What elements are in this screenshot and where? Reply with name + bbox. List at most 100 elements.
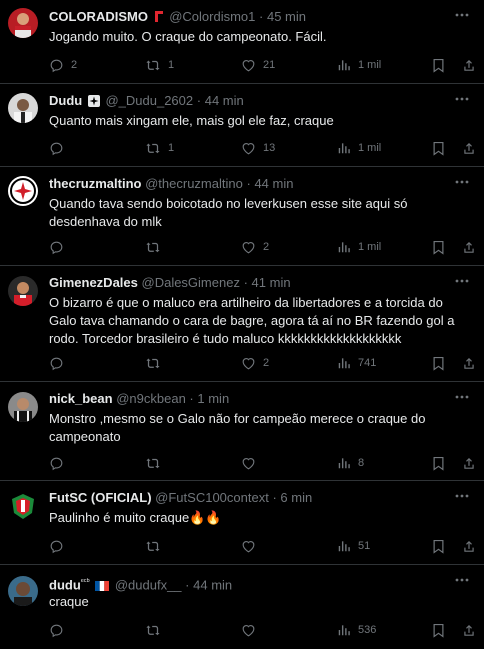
tweet-text: O bizarro é que o maluco era artilheiro …: [49, 295, 455, 346]
retweet-button[interactable]: [145, 355, 168, 371]
bookmark-button[interactable]: [432, 455, 445, 471]
tweet[interactable]: thecruzmaltino @thecruzmaltino · 44 min …: [0, 167, 484, 266]
tweet[interactable]: duduᵉᶜᵇ @dudufx__ · 44 min craque 536: [0, 565, 484, 649]
timestamp[interactable]: 6 min: [280, 490, 312, 505]
avatar[interactable]: [8, 576, 38, 606]
retweet-icon: [146, 457, 160, 468]
reply-button[interactable]: [49, 455, 71, 471]
like-button[interactable]: 13: [241, 140, 275, 156]
heart-icon: [242, 624, 255, 636]
timestamp[interactable]: 44 min: [205, 93, 244, 108]
user-handle[interactable]: @thecruzmaltino: [145, 176, 243, 191]
views-button[interactable]: 1 mil: [337, 57, 381, 73]
user-handle[interactable]: @_Dudu_2602: [105, 93, 193, 108]
views-button[interactable]: 51: [337, 538, 370, 554]
retweet-button[interactable]: [145, 455, 168, 471]
user-handle[interactable]: @n9ckbean: [116, 391, 186, 406]
bookmark-button[interactable]: [432, 239, 445, 255]
views-button[interactable]: 536: [337, 622, 376, 638]
tweet-actions: 2 741: [49, 355, 479, 371]
more-options-icon[interactable]: [455, 395, 469, 399]
more-options-icon[interactable]: [455, 494, 469, 498]
avatar[interactable]: [8, 392, 38, 422]
like-count: 2: [263, 241, 270, 253]
views-button[interactable]: 1 mil: [337, 239, 381, 255]
retweet-button[interactable]: 1: [145, 140, 174, 156]
retweet-button[interactable]: [145, 239, 168, 255]
share-button[interactable]: [462, 622, 476, 638]
reply-button[interactable]: 2: [49, 57, 77, 73]
share-button[interactable]: [462, 140, 476, 156]
separator-dot: ·: [243, 275, 248, 290]
views-count: 536: [358, 624, 377, 636]
reply-button[interactable]: [49, 239, 71, 255]
avatar[interactable]: [8, 491, 38, 521]
user-handle[interactable]: @FutSC100context: [155, 490, 269, 505]
tweet[interactable]: GimenezDales @DalesGimenez · 41 min O bi…: [0, 266, 484, 382]
avatar[interactable]: [8, 93, 38, 123]
views-button[interactable]: 741: [337, 355, 376, 371]
bookmark-button[interactable]: [432, 140, 445, 156]
bookmark-button[interactable]: [432, 355, 445, 371]
reply-button[interactable]: [49, 622, 71, 638]
timestamp[interactable]: 1 min: [197, 391, 229, 406]
bookmark-button[interactable]: [432, 57, 445, 73]
display-name[interactable]: thecruzmaltino: [49, 176, 141, 191]
retweet-button[interactable]: 1: [145, 57, 174, 73]
reply-icon: [50, 457, 63, 470]
share-button[interactable]: [462, 455, 476, 471]
avatar[interactable]: [8, 276, 38, 306]
timestamp[interactable]: 41 min: [252, 275, 291, 290]
heart-icon: [242, 357, 255, 369]
like-button[interactable]: [241, 538, 263, 554]
share-button[interactable]: [462, 355, 476, 371]
reply-button[interactable]: [49, 538, 71, 554]
like-button[interactable]: [241, 622, 263, 638]
tweet[interactable]: COLORADISMO @Colordismo1 · 45 min Jogand…: [0, 0, 484, 84]
tweet[interactable]: FutSC (OFICIAL) @FutSC100context · 6 min…: [0, 481, 484, 565]
timestamp[interactable]: 45 min: [267, 9, 306, 24]
display-name[interactable]: FutSC (OFICIAL): [49, 490, 152, 505]
reply-button[interactable]: [49, 355, 71, 371]
like-button[interactable]: 2: [241, 355, 269, 371]
retweet-button[interactable]: [145, 538, 168, 554]
more-options-icon[interactable]: [455, 180, 469, 184]
avatar[interactable]: [8, 176, 38, 206]
timestamp[interactable]: 44 min: [254, 176, 293, 191]
views-chart-icon: [338, 242, 350, 253]
retweet-button[interactable]: [145, 622, 168, 638]
avatar[interactable]: [8, 8, 38, 38]
share-button[interactable]: [462, 57, 476, 73]
views-button[interactable]: 1 mil: [337, 140, 381, 156]
user-handle[interactable]: @dudufx__: [115, 577, 182, 592]
views-count: 51: [358, 540, 371, 552]
heart-icon: [242, 241, 255, 253]
share-button[interactable]: [462, 538, 476, 554]
share-icon: [464, 540, 474, 552]
user-handle[interactable]: @Colordismo1: [169, 9, 255, 24]
user-handle[interactable]: @DalesGimenez: [142, 275, 240, 290]
display-name[interactable]: dudu: [49, 577, 81, 592]
timestamp[interactable]: 44 min: [193, 577, 232, 592]
display-name[interactable]: COLORADISMO: [49, 9, 148, 24]
bookmark-button[interactable]: [432, 538, 445, 554]
reply-icon: [50, 357, 63, 370]
more-options-icon[interactable]: [455, 578, 469, 582]
more-options-icon[interactable]: [455, 13, 469, 17]
display-name[interactable]: Dudu: [49, 93, 82, 108]
bookmark-button[interactable]: [432, 622, 445, 638]
views-button[interactable]: 8: [337, 455, 364, 471]
tweet[interactable]: Dudu @_Dudu_2602 · 44 min Quanto mais xi…: [0, 84, 484, 167]
separator-dot: ·: [272, 490, 277, 505]
more-options-icon[interactable]: [455, 279, 469, 283]
share-button[interactable]: [462, 239, 476, 255]
reply-button[interactable]: [49, 140, 71, 156]
tweet[interactable]: nick_bean @n9ckbean · 1 min Monstro ,mes…: [0, 382, 484, 481]
like-button[interactable]: 2: [241, 239, 269, 255]
display-name[interactable]: GimenezDales: [49, 275, 138, 290]
like-button[interactable]: [241, 455, 263, 471]
more-options-icon[interactable]: [455, 97, 469, 101]
display-name[interactable]: nick_bean: [49, 391, 113, 406]
share-icon: [464, 142, 474, 154]
like-button[interactable]: 21: [241, 57, 275, 73]
